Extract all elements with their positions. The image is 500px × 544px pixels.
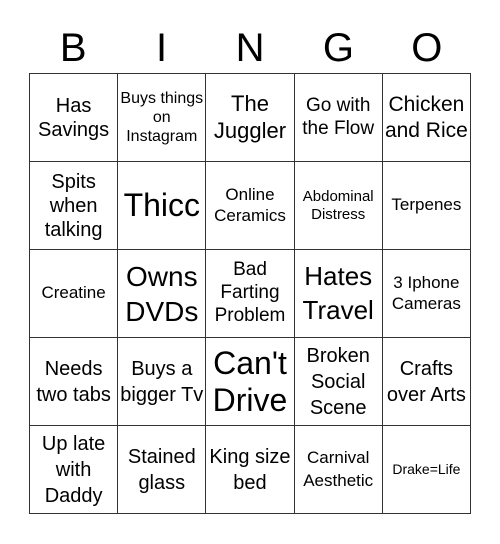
bingo-cell[interactable]: Bad Farting Problem bbox=[206, 250, 295, 338]
bingo-cell[interactable]: Has Savings bbox=[30, 74, 119, 162]
bingo-cell[interactable]: Buys things on Instagram bbox=[118, 74, 207, 162]
bingo-cell[interactable]: Abdominal Distress bbox=[294, 162, 383, 250]
bingo-cell[interactable]: Can't Drive bbox=[206, 338, 295, 426]
bingo-cell[interactable]: Creatine bbox=[30, 250, 119, 338]
bingo-cell[interactable]: Hates Travel bbox=[294, 250, 383, 338]
bingo-cell[interactable]: Broken Social Scene bbox=[294, 338, 383, 426]
header-letter: N bbox=[235, 26, 265, 70]
header-letter: B bbox=[59, 26, 87, 70]
bingo-cell[interactable]: 3 Iphone Cameras bbox=[382, 250, 471, 338]
bingo-cell[interactable]: Stained glass bbox=[118, 426, 207, 514]
header-letter: G bbox=[322, 26, 354, 70]
bingo-cell[interactable]: Go with the Flow bbox=[294, 74, 383, 162]
bingo-cell[interactable]: Up late with Daddy bbox=[30, 426, 119, 514]
bingo-cell[interactable]: Terpenes bbox=[382, 162, 471, 250]
bingo-cell[interactable]: Drake=Life bbox=[382, 426, 471, 514]
header-letter: O bbox=[411, 26, 443, 70]
bingo-cell[interactable]: Carnival Aesthetic bbox=[294, 426, 383, 514]
bingo-cell[interactable]: Needs two tabs bbox=[30, 338, 119, 426]
bingo-cell[interactable]: Owns DVDs bbox=[118, 250, 207, 338]
bingo-cell[interactable]: Spits when talking bbox=[30, 162, 119, 250]
bingo-cell[interactable]: Crafts over Arts bbox=[382, 338, 471, 426]
bingo-cell[interactable]: Thicc bbox=[118, 162, 207, 250]
bingo-cell[interactable]: Online Ceramics bbox=[206, 162, 295, 250]
bingo-cell[interactable]: The Juggler bbox=[206, 74, 295, 162]
bingo-cell[interactable]: King size bed bbox=[206, 426, 295, 514]
bingo-cell[interactable]: Buys a bigger Tv bbox=[118, 338, 207, 426]
bingo-cell[interactable]: Chicken and Rice bbox=[382, 74, 471, 162]
bingo-header: B I N G O bbox=[29, 24, 471, 72]
header-letter: I bbox=[156, 26, 168, 70]
bingo-grid: Has Savings Buys things on Instagram The… bbox=[29, 73, 471, 514]
